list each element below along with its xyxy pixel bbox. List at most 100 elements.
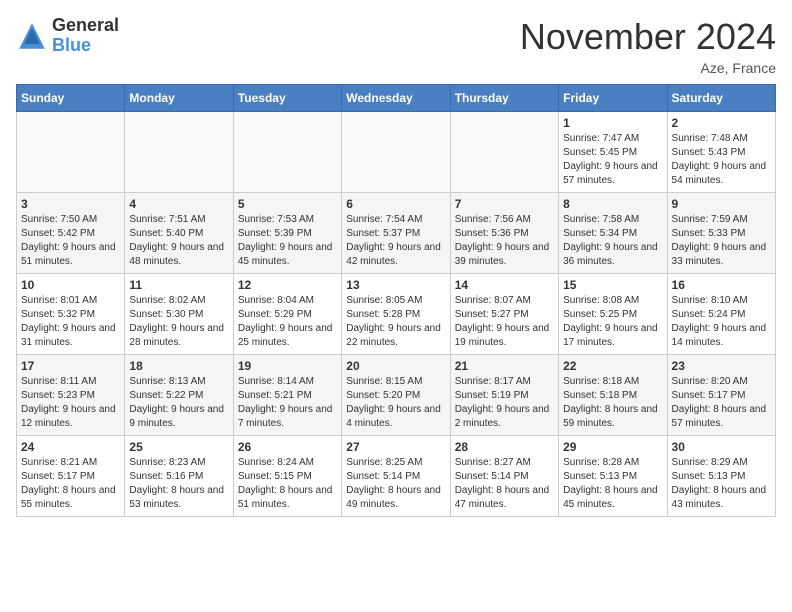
day-number: 23: [672, 359, 771, 373]
header-row: SundayMondayTuesdayWednesdayThursdayFrid…: [17, 85, 776, 112]
header-monday: Monday: [125, 85, 233, 112]
day-info: Sunrise: 7:50 AM Sunset: 5:42 PM Dayligh…: [21, 213, 120, 269]
day-info: Sunrise: 8:25 AM Sunset: 5:14 PM Dayligh…: [346, 456, 445, 512]
day-number: 28: [455, 440, 554, 454]
day-number: 30: [672, 440, 771, 454]
logo-text: General Blue: [52, 16, 119, 56]
calendar-cell: 10 Sunrise: 8:01 AM Sunset: 5:32 PM Dayli…: [17, 274, 125, 355]
day-info: Sunrise: 8:02 AM Sunset: 5:30 PM Dayligh…: [129, 294, 228, 350]
calendar-cell: [233, 112, 341, 193]
day-info: Sunrise: 8:01 AM Sunset: 5:32 PM Dayligh…: [21, 294, 120, 350]
calendar-body: 1Sunrise: 7:47 AM Sunset: 5:45 PM Daylig…: [17, 112, 776, 517]
calendar-cell: 11 Sunrise: 8:02 AM Sunset: 5:30 PM Dayli…: [125, 274, 233, 355]
title-block: November 2024 Aze, France: [520, 16, 776, 76]
calendar-cell: [125, 112, 233, 193]
day-info: Sunrise: 8:07 AM Sunset: 5:27 PM Dayligh…: [455, 294, 554, 350]
calendar-cell: 29 Sunrise: 8:28 AM Sunset: 5:13 PM Dayli…: [559, 436, 667, 517]
day-info: Sunrise: 7:51 AM Sunset: 5:40 PM Dayligh…: [129, 213, 228, 269]
day-info: Sunrise: 8:27 AM Sunset: 5:14 PM Dayligh…: [455, 456, 554, 512]
day-number: 9: [672, 197, 771, 211]
day-number: 20: [346, 359, 445, 373]
header-wednesday: Wednesday: [342, 85, 450, 112]
day-number: 18: [129, 359, 228, 373]
day-number: 12: [238, 278, 337, 292]
day-info: Sunrise: 8:04 AM Sunset: 5:29 PM Dayligh…: [238, 294, 337, 350]
day-number: 14: [455, 278, 554, 292]
day-info: Sunrise: 8:24 AM Sunset: 5:15 PM Dayligh…: [238, 456, 337, 512]
day-info: Sunrise: 8:18 AM Sunset: 5:18 PM Dayligh…: [563, 375, 662, 431]
day-number: 13: [346, 278, 445, 292]
week-row-0: 1Sunrise: 7:47 AM Sunset: 5:45 PM Daylig…: [17, 112, 776, 193]
page-header: General Blue November 2024 Aze, France: [16, 16, 776, 76]
calendar-cell: 8Sunrise: 7:58 AM Sunset: 5:34 PM Daylig…: [559, 193, 667, 274]
day-number: 19: [238, 359, 337, 373]
calendar-cell: 20 Sunrise: 8:15 AM Sunset: 5:20 PM Dayli…: [342, 355, 450, 436]
day-info: Sunrise: 8:05 AM Sunset: 5:28 PM Dayligh…: [346, 294, 445, 350]
calendar-cell: 14 Sunrise: 8:07 AM Sunset: 5:27 PM Dayli…: [450, 274, 558, 355]
day-info: Sunrise: 8:28 AM Sunset: 5:13 PM Dayligh…: [563, 456, 662, 512]
day-number: 24: [21, 440, 120, 454]
calendar-cell: 28 Sunrise: 8:27 AM Sunset: 5:14 PM Dayli…: [450, 436, 558, 517]
header-friday: Friday: [559, 85, 667, 112]
header-sunday: Sunday: [17, 85, 125, 112]
day-number: 4: [129, 197, 228, 211]
header-thursday: Thursday: [450, 85, 558, 112]
day-number: 17: [21, 359, 120, 373]
day-number: 2: [672, 116, 771, 130]
logo: General Blue: [16, 16, 119, 56]
day-number: 10: [21, 278, 120, 292]
calendar-cell: [342, 112, 450, 193]
calendar-cell: [17, 112, 125, 193]
calendar-cell: 18 Sunrise: 8:13 AM Sunset: 5:22 PM Dayli…: [125, 355, 233, 436]
day-number: 15: [563, 278, 662, 292]
day-info: Sunrise: 8:13 AM Sunset: 5:22 PM Dayligh…: [129, 375, 228, 431]
day-info: Sunrise: 7:47 AM Sunset: 5:45 PM Dayligh…: [563, 132, 662, 188]
calendar-cell: [450, 112, 558, 193]
calendar-cell: 25Sunrise: 8:23 AM Sunset: 5:16 PM Dayli…: [125, 436, 233, 517]
day-info: Sunrise: 8:23 AM Sunset: 5:16 PM Dayligh…: [129, 456, 228, 512]
day-info: Sunrise: 8:20 AM Sunset: 5:17 PM Dayligh…: [672, 375, 771, 431]
day-number: 16: [672, 278, 771, 292]
day-info: Sunrise: 8:10 AM Sunset: 5:24 PM Dayligh…: [672, 294, 771, 350]
day-info: Sunrise: 8:15 AM Sunset: 5:20 PM Dayligh…: [346, 375, 445, 431]
calendar-cell: 19Sunrise: 8:14 AM Sunset: 5:21 PM Dayli…: [233, 355, 341, 436]
calendar-cell: 24Sunrise: 8:21 AM Sunset: 5:17 PM Dayli…: [17, 436, 125, 517]
header-saturday: Saturday: [667, 85, 775, 112]
calendar-cell: 21 Sunrise: 8:17 AM Sunset: 5:19 PM Dayli…: [450, 355, 558, 436]
calendar-cell: 12 Sunrise: 8:04 AM Sunset: 5:29 PM Dayli…: [233, 274, 341, 355]
day-info: Sunrise: 7:59 AM Sunset: 5:33 PM Dayligh…: [672, 213, 771, 269]
day-info: Sunrise: 8:17 AM Sunset: 5:19 PM Dayligh…: [455, 375, 554, 431]
day-number: 11: [129, 278, 228, 292]
calendar-cell: 26Sunrise: 8:24 AM Sunset: 5:15 PM Dayli…: [233, 436, 341, 517]
week-row-4: 24Sunrise: 8:21 AM Sunset: 5:17 PM Dayli…: [17, 436, 776, 517]
day-info: Sunrise: 7:48 AM Sunset: 5:43 PM Dayligh…: [672, 132, 771, 188]
day-info: Sunrise: 8:29 AM Sunset: 5:13 PM Dayligh…: [672, 456, 771, 512]
day-number: 27: [346, 440, 445, 454]
month-title: November 2024: [520, 16, 776, 58]
day-number: 21: [455, 359, 554, 373]
day-number: 7: [455, 197, 554, 211]
calendar-cell: 22 Sunrise: 8:18 AM Sunset: 5:18 PM Dayli…: [559, 355, 667, 436]
calendar-header: SundayMondayTuesdayWednesdayThursdayFrid…: [17, 85, 776, 112]
calendar-table: SundayMondayTuesdayWednesdayThursdayFrid…: [16, 84, 776, 517]
day-number: 3: [21, 197, 120, 211]
day-number: 5: [238, 197, 337, 211]
calendar-cell: 6Sunrise: 7:54 AM Sunset: 5:37 PM Daylig…: [342, 193, 450, 274]
calendar-cell: 13 Sunrise: 8:05 AM Sunset: 5:28 PM Dayli…: [342, 274, 450, 355]
calendar-cell: 30 Sunrise: 8:29 AM Sunset: 5:13 PM Dayli…: [667, 436, 775, 517]
week-row-3: 17 Sunrise: 8:11 AM Sunset: 5:23 PM Dayli…: [17, 355, 776, 436]
day-info: Sunrise: 7:54 AM Sunset: 5:37 PM Dayligh…: [346, 213, 445, 269]
calendar-cell: 1Sunrise: 7:47 AM Sunset: 5:45 PM Daylig…: [559, 112, 667, 193]
calendar-cell: 5 Sunrise: 7:53 AM Sunset: 5:39 PM Daylig…: [233, 193, 341, 274]
calendar-cell: 23 Sunrise: 8:20 AM Sunset: 5:17 PM Dayli…: [667, 355, 775, 436]
day-number: 29: [563, 440, 662, 454]
day-number: 22: [563, 359, 662, 373]
header-tuesday: Tuesday: [233, 85, 341, 112]
calendar-cell: 7Sunrise: 7:56 AM Sunset: 5:36 PM Daylig…: [450, 193, 558, 274]
calendar-cell: 16 Sunrise: 8:10 AM Sunset: 5:24 PM Dayli…: [667, 274, 775, 355]
calendar-cell: 4 Sunrise: 7:51 AM Sunset: 5:40 PM Daylig…: [125, 193, 233, 274]
calendar-cell: 15Sunrise: 8:08 AM Sunset: 5:25 PM Dayli…: [559, 274, 667, 355]
day-info: Sunrise: 8:11 AM Sunset: 5:23 PM Dayligh…: [21, 375, 120, 431]
day-info: Sunrise: 7:53 AM Sunset: 5:39 PM Dayligh…: [238, 213, 337, 269]
week-row-2: 10 Sunrise: 8:01 AM Sunset: 5:32 PM Dayli…: [17, 274, 776, 355]
